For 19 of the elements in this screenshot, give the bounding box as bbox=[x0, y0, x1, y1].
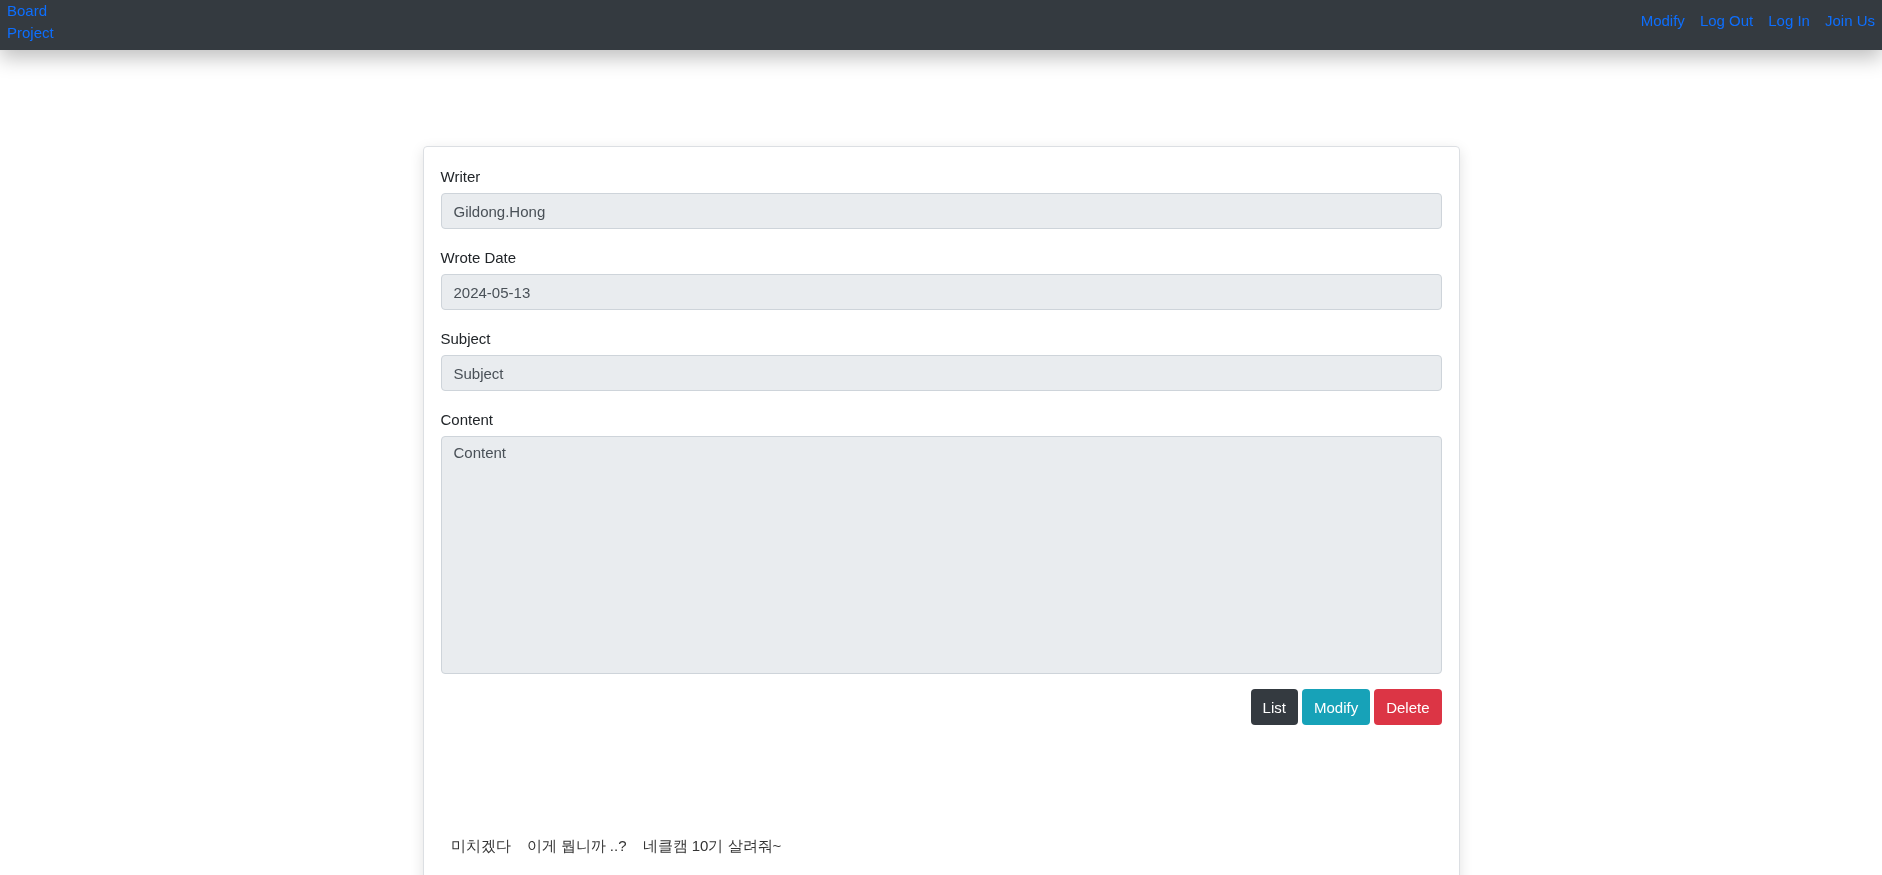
field-label: Writer bbox=[440, 168, 481, 185]
field-label: Wrote Date bbox=[440, 249, 517, 266]
content-field[interactable]: Content bbox=[440, 436, 1442, 674]
input-field[interactable]: 2024-05-13 bbox=[440, 274, 1442, 310]
nav-link[interactable]: Log Out bbox=[1699, 12, 1754, 32]
field-label: Subject bbox=[440, 330, 491, 347]
action-button[interactable]: List bbox=[1250, 689, 1298, 725]
brand-link[interactable]: Board Project bbox=[0, 0, 61, 50]
input-field[interactable]: Subject bbox=[440, 355, 1442, 391]
nav-link[interactable]: Join Us bbox=[1824, 12, 1875, 32]
comment-text: 미치겠다 bbox=[450, 837, 511, 856]
comment-text: 이게 뭡니까 ..? bbox=[526, 837, 627, 856]
comment-text: 네클캠 10기 살려줘~ bbox=[642, 837, 782, 856]
nav-link[interactable]: Log In bbox=[1768, 12, 1810, 32]
action-button[interactable]: Modify bbox=[1301, 689, 1371, 725]
nav-link[interactable]: Modify bbox=[1640, 12, 1685, 32]
field-label: Content bbox=[440, 411, 494, 428]
input-field[interactable]: Gildong.Hong bbox=[440, 193, 1442, 229]
action-button[interactable]: Delete bbox=[1374, 689, 1442, 725]
